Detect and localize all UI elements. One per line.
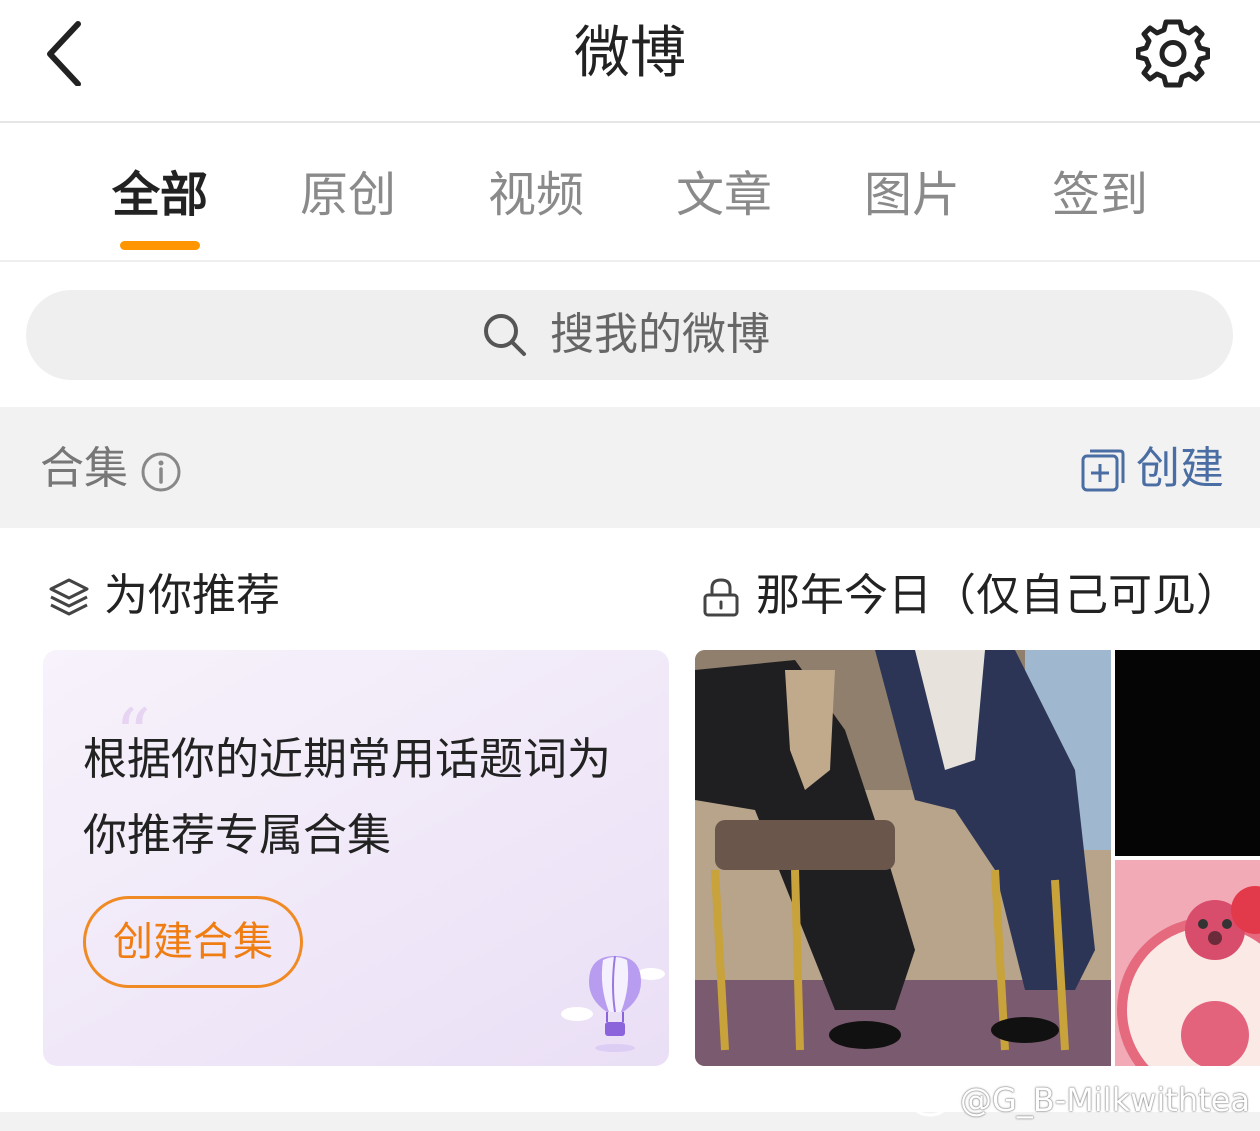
tab-images[interactable]: 图片 (852, 165, 972, 225)
create-label: 创建 (1136, 443, 1224, 494)
collections-header: 合集 创建 (0, 407, 1260, 528)
tab-all[interactable]: 全部 (100, 165, 220, 225)
recommend-description: 根据你的近期常用话题词为你推荐专属合集 (83, 734, 611, 861)
add-square-icon (1081, 449, 1125, 492)
tab-original[interactable]: 原创 (288, 165, 408, 225)
filter-tabs: 全部 原创 视频 文章 图片 签到 (0, 125, 1260, 262)
search-placeholder: 搜我的微博 (550, 309, 770, 360)
memory-photo-plate[interactable] (1115, 860, 1260, 1066)
event-photo-image (695, 650, 1111, 1066)
collections-content: 为你推荐 那年今日（仅自己可见） “ 根据你的近期常用话题词为你推荐专属合集 创… (0, 528, 1260, 1112)
recommend-card[interactable]: “ 根据你的近期常用话题词为你推荐专属合集 创建合集 (43, 650, 669, 1066)
memory-title: 那年今日（仅自己可见） (756, 570, 1240, 621)
lock-icon (703, 578, 739, 617)
search-input[interactable]: 搜我的微博 (26, 290, 1233, 380)
create-collection-cta-button[interactable]: 创建合集 (83, 896, 303, 988)
layers-icon (49, 578, 89, 616)
settings-button[interactable] (1135, 16, 1211, 90)
info-icon[interactable] (140, 451, 182, 493)
weibo-logo-icon (911, 1086, 952, 1117)
search-icon (484, 314, 526, 356)
memory-photos (695, 650, 1260, 1066)
plate-photo-image (1115, 860, 1260, 1066)
collections-title: 合集 (40, 443, 128, 494)
hot-air-balloon-icon (561, 955, 665, 1052)
memory-photo-event[interactable] (695, 650, 1111, 1066)
watermark-text: @G_B-Milkwithtea (960, 1081, 1250, 1119)
page-title: 微博 (574, 21, 686, 86)
top-bar: 微博 (0, 0, 1260, 123)
active-tab-indicator (120, 241, 200, 250)
search-section: 搜我的微博 (0, 264, 1260, 407)
recommend-title: 为你推荐 (104, 570, 280, 621)
tab-checkin[interactable]: 签到 (1040, 165, 1160, 225)
tab-video[interactable]: 视频 (476, 165, 596, 225)
memory-photo-dark[interactable] (1115, 650, 1260, 856)
gear-icon (1135, 19, 1211, 88)
tab-article[interactable]: 文章 (664, 165, 784, 225)
